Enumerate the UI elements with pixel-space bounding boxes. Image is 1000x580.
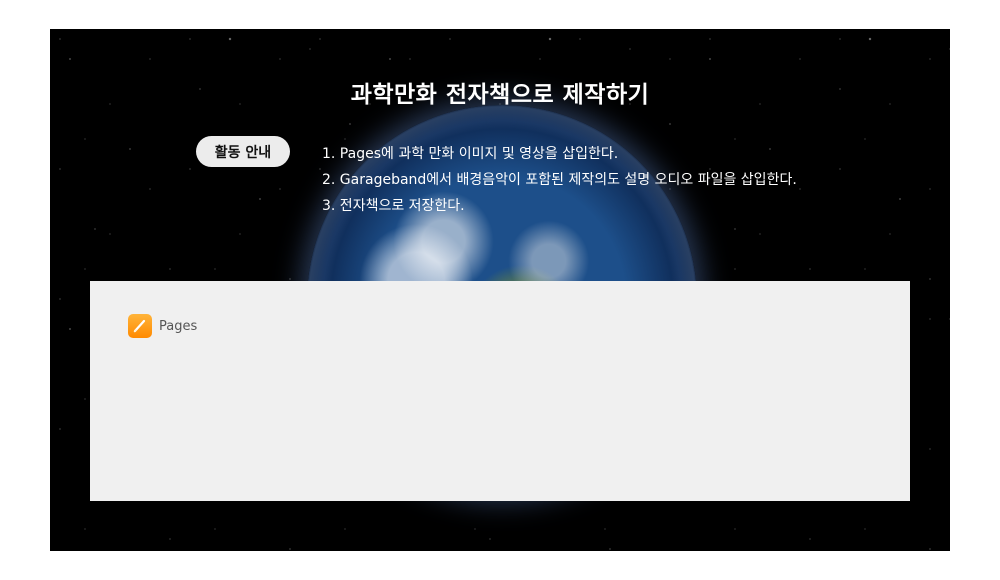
app-link-pages[interactable]: Pages <box>128 314 197 338</box>
activity-guide-badge: 활동 안내 <box>196 136 290 167</box>
pages-pen-icon <box>128 314 152 338</box>
content-panel: Pages <box>90 281 910 501</box>
activity-steps-list: 1. Pages에 과학 만화 이미지 및 영상을 삽입한다. 2. Garag… <box>322 141 797 219</box>
page-title: 과학만화 전자책으로 제작하기 <box>350 82 650 108</box>
activity-step-2: 2. Garageband에서 배경음악이 포함된 제작의도 설명 오디오 파일… <box>322 172 797 188</box>
hero-stage: 과학만화 전자책으로 제작하기 활동 안내 1. Pages에 과학 만화 이미… <box>50 29 950 551</box>
activity-step-3: 3. 전자책으로 저장한다. <box>322 198 465 214</box>
activity-step-1: 1. Pages에 과학 만화 이미지 및 영상을 삽입한다. <box>322 146 619 162</box>
app-label: Pages <box>159 318 198 334</box>
